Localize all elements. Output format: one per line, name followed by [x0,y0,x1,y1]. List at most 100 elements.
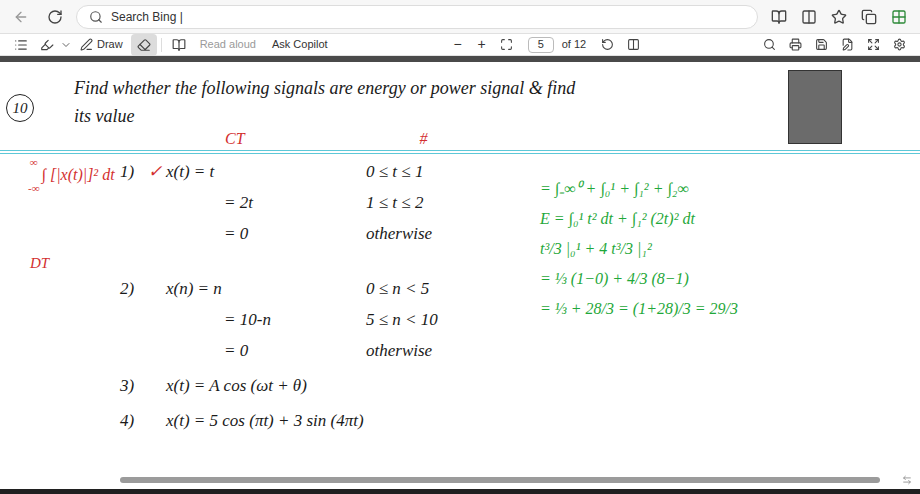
chevron-icon [60,39,72,51]
fit-icon [500,38,513,51]
eraser-icon [137,38,151,52]
eraser-button[interactable] [131,34,157,56]
expression: x(n) = n [166,276,346,302]
rule-lines [0,150,920,154]
extensions-icon[interactable] [886,6,912,28]
view-icon[interactable] [166,34,192,56]
work-line: = ⅓ (1−0) + 4/3 (8−1) [540,264,896,294]
range: 5 ≤ n < 10 [346,307,438,333]
check-mark: ✓ [148,159,166,185]
range: 0 ≤ t ≤ 1 [346,159,423,185]
page-view-icon [627,38,640,51]
contents-icon[interactable] [8,34,34,56]
fullscreen-icon[interactable] [860,34,886,56]
margin-mark: 10 [6,94,34,122]
range: 0 ≤ n < 5 [346,276,429,302]
problem-line: = 0otherwise [120,335,540,366]
expand-icon [867,38,880,51]
star-icon [831,9,847,25]
problem: 3) x(t) = A cos (ωt + θ) [120,370,540,401]
taskbar-strip [0,489,920,494]
refresh-icon[interactable] [42,6,68,28]
app: Search Bing | Draw Read aloudAsk Copilot −+… [0,0,920,494]
pen-icon [80,38,93,51]
refresh-icon [47,9,63,25]
rotate-icon [601,38,614,51]
problems: 1)✓x(t) = t0 ≤ t ≤ 1= 2t1 ≤ t ≤ 2= 0othe… [120,156,540,440]
work-line: = ⅓ + 28/3 = (1+28)/3 = 29/3 [540,294,896,324]
note-column: ∞-∞∫ [|x(t)|]² dt [0,156,120,440]
work-line: E = ∫₀¹ t² dt + ∫₁² (2t)² dt [540,204,896,234]
list-icon [14,38,28,52]
expression: = 10-n [166,307,346,333]
collections-icon[interactable] [856,6,882,28]
problem: 1)✓x(t) = t0 ≤ t ≤ 1= 2t1 ≤ t ≤ 2= 0othe… [120,156,540,249]
problem: 4)x(t) = 5 cos (πt) + 3 sin (4πt) [120,405,540,436]
print-icon[interactable] [782,34,808,56]
type-label: CT [225,130,245,148]
expression: = 0 [166,221,346,247]
settings-icon[interactable] [886,34,912,56]
extensions-icon [891,9,907,25]
address-bar[interactable]: Search Bing | [76,5,758,29]
problem-number: 2) [120,276,148,302]
type-label: # [420,130,428,148]
pdf-toolbar: Draw Read aloudAsk Copilot −+5of 12 [0,34,920,56]
problem-number: 1) [120,159,148,185]
zoom-out-button[interactable]: − [445,34,469,55]
page-count: of 12 [554,36,594,53]
book-icon [172,38,186,52]
arrow-left-icon [13,9,29,25]
save-as-icon[interactable] [834,34,860,56]
find-icon[interactable] [756,34,782,56]
favorite-icon[interactable] [826,6,852,28]
expression: = 2t [166,190,346,216]
work-line: t³/3 |₀¹ + 4 t³/3 |₁² [540,234,896,264]
zoom-in-button[interactable]: + [470,34,494,55]
back-icon[interactable] [8,6,34,28]
draw-button[interactable]: Draw [72,36,131,53]
scroll-icon [902,475,912,485]
search-icon [763,38,776,51]
range: 1 ≤ t ≤ 2 [346,190,423,216]
problem-number: 3) [120,373,148,399]
heading-line: Find whether the following signals are e… [74,74,575,102]
save-icon[interactable] [808,34,834,56]
problem-line: 2) x(n) = n0 ≤ n < 5 [120,273,540,304]
problem-line: = 2t1 ≤ t ≤ 2 [120,187,540,218]
highlighter-icon [40,38,54,52]
page-field[interactable]: 5 [528,37,554,53]
ask-copilot-button[interactable]: Ask Copilot [264,36,336,53]
problem-line: = 0otherwise [120,218,540,249]
save-as-icon [841,38,854,51]
expression: x(t) = t [166,159,346,185]
expression: x(t) = 5 cos (πt) + 3 sin (4πt) [166,408,364,434]
range: otherwise [346,221,432,247]
address-text: Search Bing | [111,8,183,26]
split-icon[interactable] [796,6,822,28]
page-view-icon[interactable] [620,34,646,56]
upper-limit: ∞ [30,156,38,168]
problem-line: 3) x(t) = A cos (ωt + θ) [120,370,540,401]
read-aloud-button[interactable]: Read aloud [192,36,264,53]
rotate-icon[interactable] [594,34,620,56]
highlight-icon[interactable] [34,34,60,56]
pdf-page: 10 Find whether the following signals are… [0,62,920,489]
range: otherwise [346,338,432,364]
reader-icon[interactable] [766,6,792,28]
separator [161,38,162,52]
fit-icon[interactable] [494,34,520,56]
gear-icon [893,38,906,51]
green-work: = ∫₋∞⁰ + ∫₀¹ + ∫₁² + ∫₂∞E = ∫₀¹ t² dt + … [540,156,920,440]
problem-line: 1)✓x(t) = t0 ≤ t ≤ 1 [120,156,540,187]
webcam-video [788,70,842,144]
scrollbar[interactable] [120,477,880,483]
heading-line: its value [74,102,575,130]
browser-actions [766,6,912,28]
search-icon [89,10,103,24]
expression: x(t) = A cos (ωt + θ) [166,373,307,399]
problem: DT2)x(n) = n0 ≤ n < 5= 10-n5 ≤ n < 10= 0… [120,253,540,366]
problem-line: 4)x(t) = 5 cos (πt) + 3 sin (4πt) [120,405,540,436]
save-icon [815,38,828,51]
note-text: ∫ [|x(t)|]² dt [42,163,115,187]
